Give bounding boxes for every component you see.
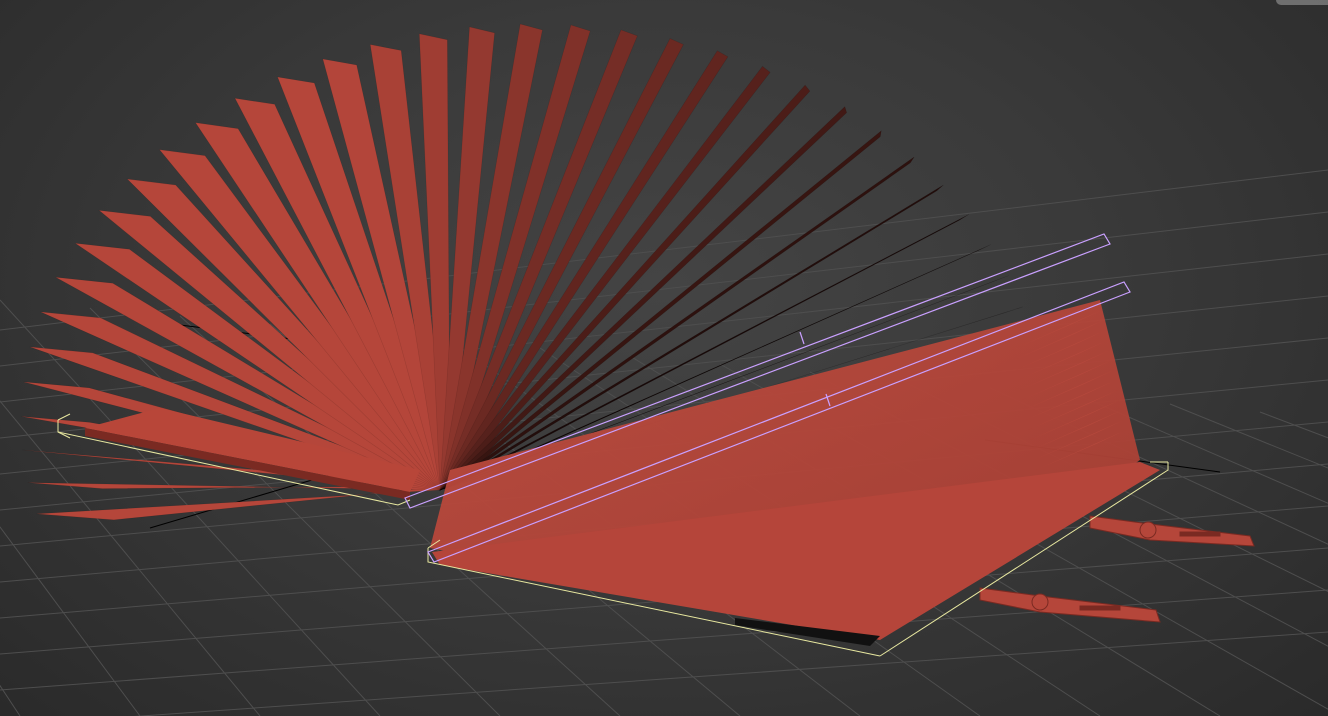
viewcube-corner[interactable] xyxy=(1276,0,1328,5)
grid-line xyxy=(0,526,141,716)
grid-line xyxy=(0,684,21,716)
grid-line xyxy=(1169,403,1328,469)
grid-line xyxy=(0,589,1328,691)
grid-line xyxy=(134,631,1328,716)
viewport-scene xyxy=(0,23,1328,716)
3d-viewport[interactable] xyxy=(0,0,1328,716)
clasp-upper[interactable] xyxy=(1089,515,1255,547)
grid-line xyxy=(1259,411,1328,439)
